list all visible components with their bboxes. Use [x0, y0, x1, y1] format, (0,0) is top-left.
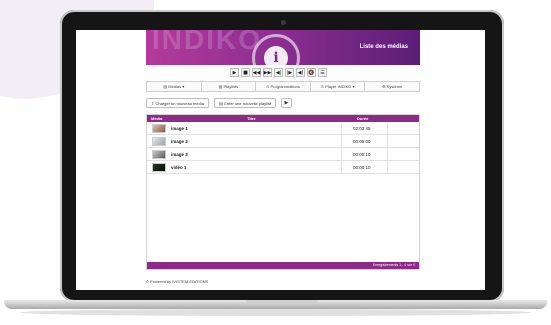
logo-icon: i [264, 46, 288, 65]
stop-icon[interactable]: ■ [241, 68, 250, 77]
column-duration[interactable]: Durée [357, 116, 368, 121]
next-icon[interactable]: |▶ [285, 68, 294, 77]
media-duration: 00:00:10 [353, 152, 371, 157]
camera-icon [281, 20, 286, 25]
column-divider [341, 161, 342, 174]
media-name: image 3 [171, 152, 188, 157]
media-thumbnail [152, 124, 166, 133]
main-menu: ▤ Médias ▾ ▤ Playlists ⊙ Programmations … [146, 81, 420, 92]
play-button[interactable]: ▶ [280, 98, 292, 108]
page-title: Liste des médias [359, 44, 408, 50]
media-thumbnail [152, 163, 166, 172]
column-media[interactable]: Média [151, 116, 162, 121]
menu-item-programmations[interactable]: ⊙ Programmations [256, 82, 311, 91]
media-name: image 2 [171, 139, 188, 144]
media-thumbnail [152, 150, 166, 159]
volume-icon[interactable]: ◀) [296, 68, 305, 77]
new-playlist-button[interactable]: ▤ Créer une nouvelle playlist [213, 98, 276, 108]
mute-icon[interactable]: 🔇 [307, 68, 316, 77]
media-name: vidéo 1 [171, 165, 187, 170]
column-title[interactable]: Titre [247, 116, 256, 121]
table-row[interactable]: image 2 00:05:00 [147, 135, 419, 148]
column-divider [387, 161, 388, 174]
menu-item-medias[interactable]: ▤ Médias ▾ [147, 82, 202, 91]
media-table: Média Titre Durée image 1 02:03:45 image… [146, 114, 420, 270]
media-duration: 02:03:45 [353, 126, 371, 131]
column-divider [387, 148, 388, 161]
table-row[interactable]: image 3 00:00:10 [147, 148, 419, 161]
column-divider [341, 135, 342, 148]
list-icon[interactable]: ☰ [318, 68, 327, 77]
laptop-notch [246, 300, 318, 304]
table-header: Média Titre Durée [147, 115, 419, 122]
table-row[interactable]: image 1 02:03:45 [147, 122, 419, 135]
banner-watermark: INDIKO [152, 30, 262, 55]
rewind-icon[interactable]: ◀◀ [252, 68, 261, 77]
upload-media-button[interactable]: ⇪ Charger un nouveau média [146, 98, 209, 108]
column-divider [341, 148, 342, 161]
fast-forward-icon[interactable]: ▶▶ [263, 68, 272, 77]
play-icon[interactable]: ▶ [230, 68, 239, 77]
column-divider [387, 122, 388, 135]
stage: INDIKO i Liste des médias ▶ ■ ◀◀ ▶▶ ◀| |… [0, 0, 551, 325]
laptop-screen: INDIKO i Liste des médias ▶ ■ ◀◀ ▶▶ ◀| |… [76, 30, 485, 290]
menu-item-player[interactable]: ⊙ Player INDIKO ▾ [311, 82, 366, 91]
table-footer: Enregistrements 1 - 4 sur 4 [147, 262, 419, 269]
player-controls: ▶ ■ ◀◀ ▶▶ ◀| |▶ ◀) 🔇 ☰ [230, 68, 327, 79]
powered-by: © Powered by IVISTEM EDITIONS [146, 279, 209, 284]
menu-item-systeme[interactable]: ⚙ Système [365, 82, 419, 91]
laptop-shadow [20, 309, 531, 316]
record-count: Enregistrements 1 - 4 sur 4 [372, 263, 415, 267]
previous-icon[interactable]: ◀| [274, 68, 283, 77]
media-name: image 1 [171, 126, 188, 131]
media-duration: 00:00:10 [353, 165, 371, 170]
column-divider [341, 122, 342, 135]
media-thumbnail [152, 137, 166, 146]
media-duration: 00:05:00 [353, 139, 371, 144]
action-bar: ⇪ Charger un nouveau média ▤ Créer une n… [146, 98, 292, 108]
header-banner: INDIKO i Liste des médias [146, 30, 420, 65]
column-divider [387, 135, 388, 148]
table-row[interactable]: vidéo 1 00:00:10 [147, 161, 419, 174]
menu-item-playlists[interactable]: ▤ Playlists [202, 82, 257, 91]
